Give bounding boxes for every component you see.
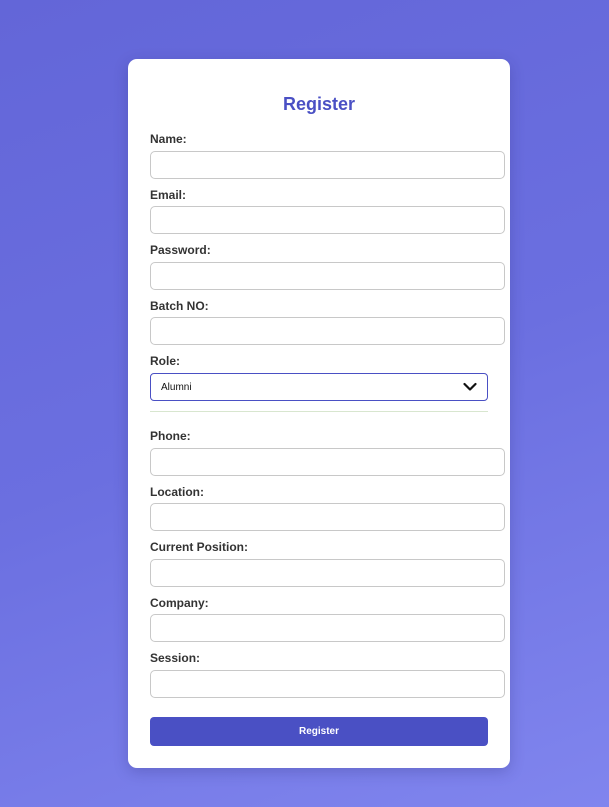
- register-button[interactable]: Register: [150, 717, 488, 746]
- current-position-input[interactable]: [150, 559, 505, 587]
- location-label: Location:: [150, 485, 204, 499]
- email-input[interactable]: [150, 206, 505, 234]
- company-label: Company:: [150, 596, 209, 610]
- name-input[interactable]: [150, 151, 505, 179]
- session-label: Session:: [150, 651, 201, 665]
- phone-label: Phone:: [150, 429, 191, 443]
- name-label: Name:: [150, 132, 187, 146]
- chevron-down-icon: [463, 380, 477, 394]
- company-input[interactable]: [150, 614, 505, 642]
- location-input[interactable]: [150, 503, 505, 531]
- role-select[interactable]: Alumni: [150, 373, 488, 401]
- current-position-label: Current Position:: [150, 540, 248, 554]
- form-title: Register: [282, 94, 356, 114]
- password-label: Password:: [150, 243, 211, 257]
- password-input[interactable]: [150, 262, 505, 290]
- form-divider: [150, 411, 488, 412]
- email-label: Email:: [150, 188, 187, 202]
- session-input[interactable]: [150, 670, 505, 698]
- role-label: Role:: [150, 354, 180, 368]
- batch-no-input[interactable]: [150, 317, 505, 345]
- role-selected-value: Alumni: [161, 381, 192, 393]
- batch-no-label: Batch NO:: [150, 299, 209, 313]
- register-card: Register Name: Email: Password: Batch NO…: [128, 59, 510, 768]
- phone-input[interactable]: [150, 448, 505, 476]
